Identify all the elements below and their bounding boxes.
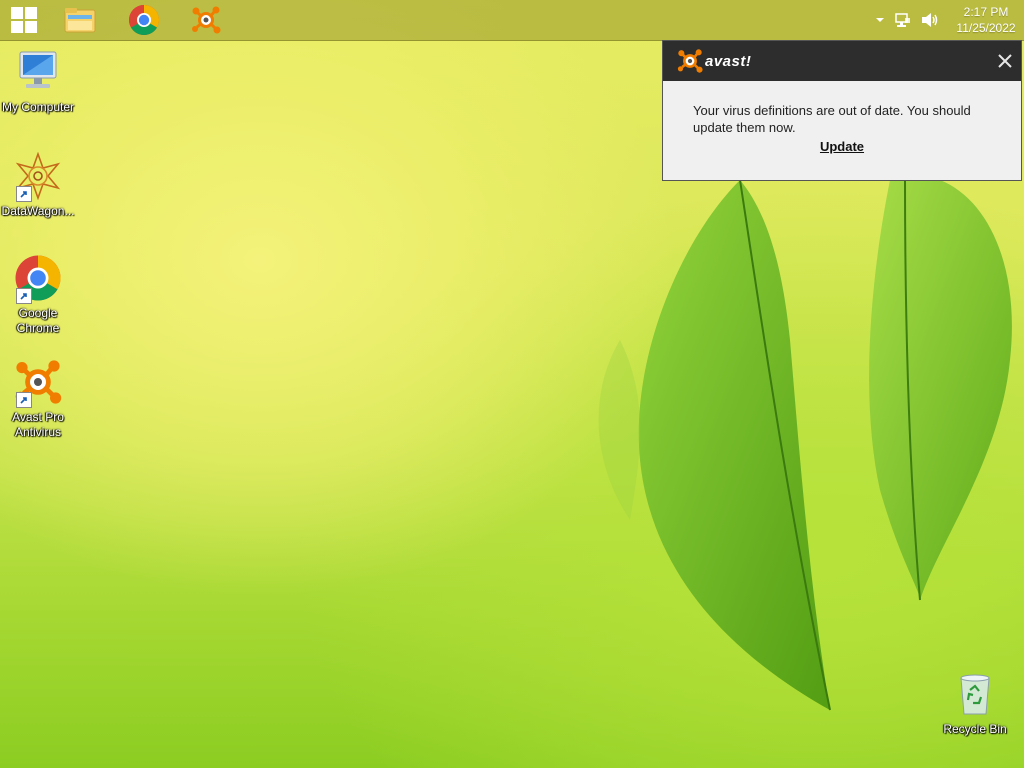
desktop-icon-google-chrome[interactable]: Google Chrome	[0, 254, 76, 336]
avast-icon	[14, 358, 62, 408]
recycle-bin-icon	[951, 670, 999, 718]
desktop-icon-my-computer[interactable]: My Computer	[0, 48, 76, 115]
desktop-icon-label: Google Chrome	[16, 306, 60, 335]
system-tray: 2:17 PM 11/25/2022	[870, 0, 1024, 40]
desktop-icon-label: Avast Pro Antivirus	[12, 410, 64, 439]
avast-icon	[677, 49, 703, 73]
taskbar-google-chrome[interactable]	[116, 0, 172, 40]
notification-header: avast!	[663, 41, 1021, 81]
folder-icon	[64, 8, 96, 33]
taskbar: 2:17 PM 11/25/2022	[0, 0, 1024, 41]
chrome-icon	[128, 4, 160, 36]
taskbar-avast[interactable]	[178, 0, 234, 40]
windows-logo-icon	[11, 7, 37, 33]
notification-message: Your virus definitions are out of date. …	[693, 103, 971, 135]
shortcut-arrow-icon	[16, 392, 32, 408]
avast-brand-text: avast!	[705, 52, 752, 70]
wallpaper-leaves	[598, 179, 1012, 711]
desktop-icon-label: DataWagon...	[1, 204, 75, 218]
datawagon-icon	[14, 151, 62, 202]
avast-icon	[192, 6, 221, 34]
speaker-icon	[922, 13, 938, 27]
avast-logo: avast!	[677, 48, 751, 74]
clock-date: 11/25/2022	[956, 21, 1016, 35]
desktop-icon-label: My Computer	[1, 100, 75, 114]
computer-icon	[14, 48, 62, 96]
shortcut-arrow-icon	[16, 288, 32, 304]
volume-button[interactable]	[921, 12, 939, 28]
close-button[interactable]	[995, 51, 1015, 71]
update-link[interactable]: Update	[663, 139, 1021, 154]
network-icon	[895, 13, 910, 27]
chevron-up-icon	[876, 18, 884, 22]
show-hidden-icons-button[interactable]	[875, 16, 885, 24]
desktop-icon-recycle-bin[interactable]: Recycle Bin	[936, 670, 1014, 737]
shortcut-arrow-icon	[16, 186, 32, 202]
avast-notification: avast! Your virus definitions are out of…	[662, 40, 1022, 181]
desktop-icon-label: Recycle Bin	[943, 722, 1007, 736]
taskbar-file-explorer[interactable]	[52, 0, 108, 40]
desktop-icon-datawagon[interactable]: DataWagon...	[0, 151, 76, 219]
clock-time: 2:17 PM	[963, 5, 1009, 19]
network-button[interactable]	[895, 12, 911, 28]
chrome-icon	[14, 254, 62, 304]
desktop-icon-avast-pro-antivirus[interactable]: Avast Pro Antivirus	[0, 358, 76, 440]
close-icon	[998, 54, 1012, 68]
clock[interactable]: 2:17 PM 11/25/2022	[950, 4, 1022, 36]
start-button[interactable]	[0, 0, 48, 40]
